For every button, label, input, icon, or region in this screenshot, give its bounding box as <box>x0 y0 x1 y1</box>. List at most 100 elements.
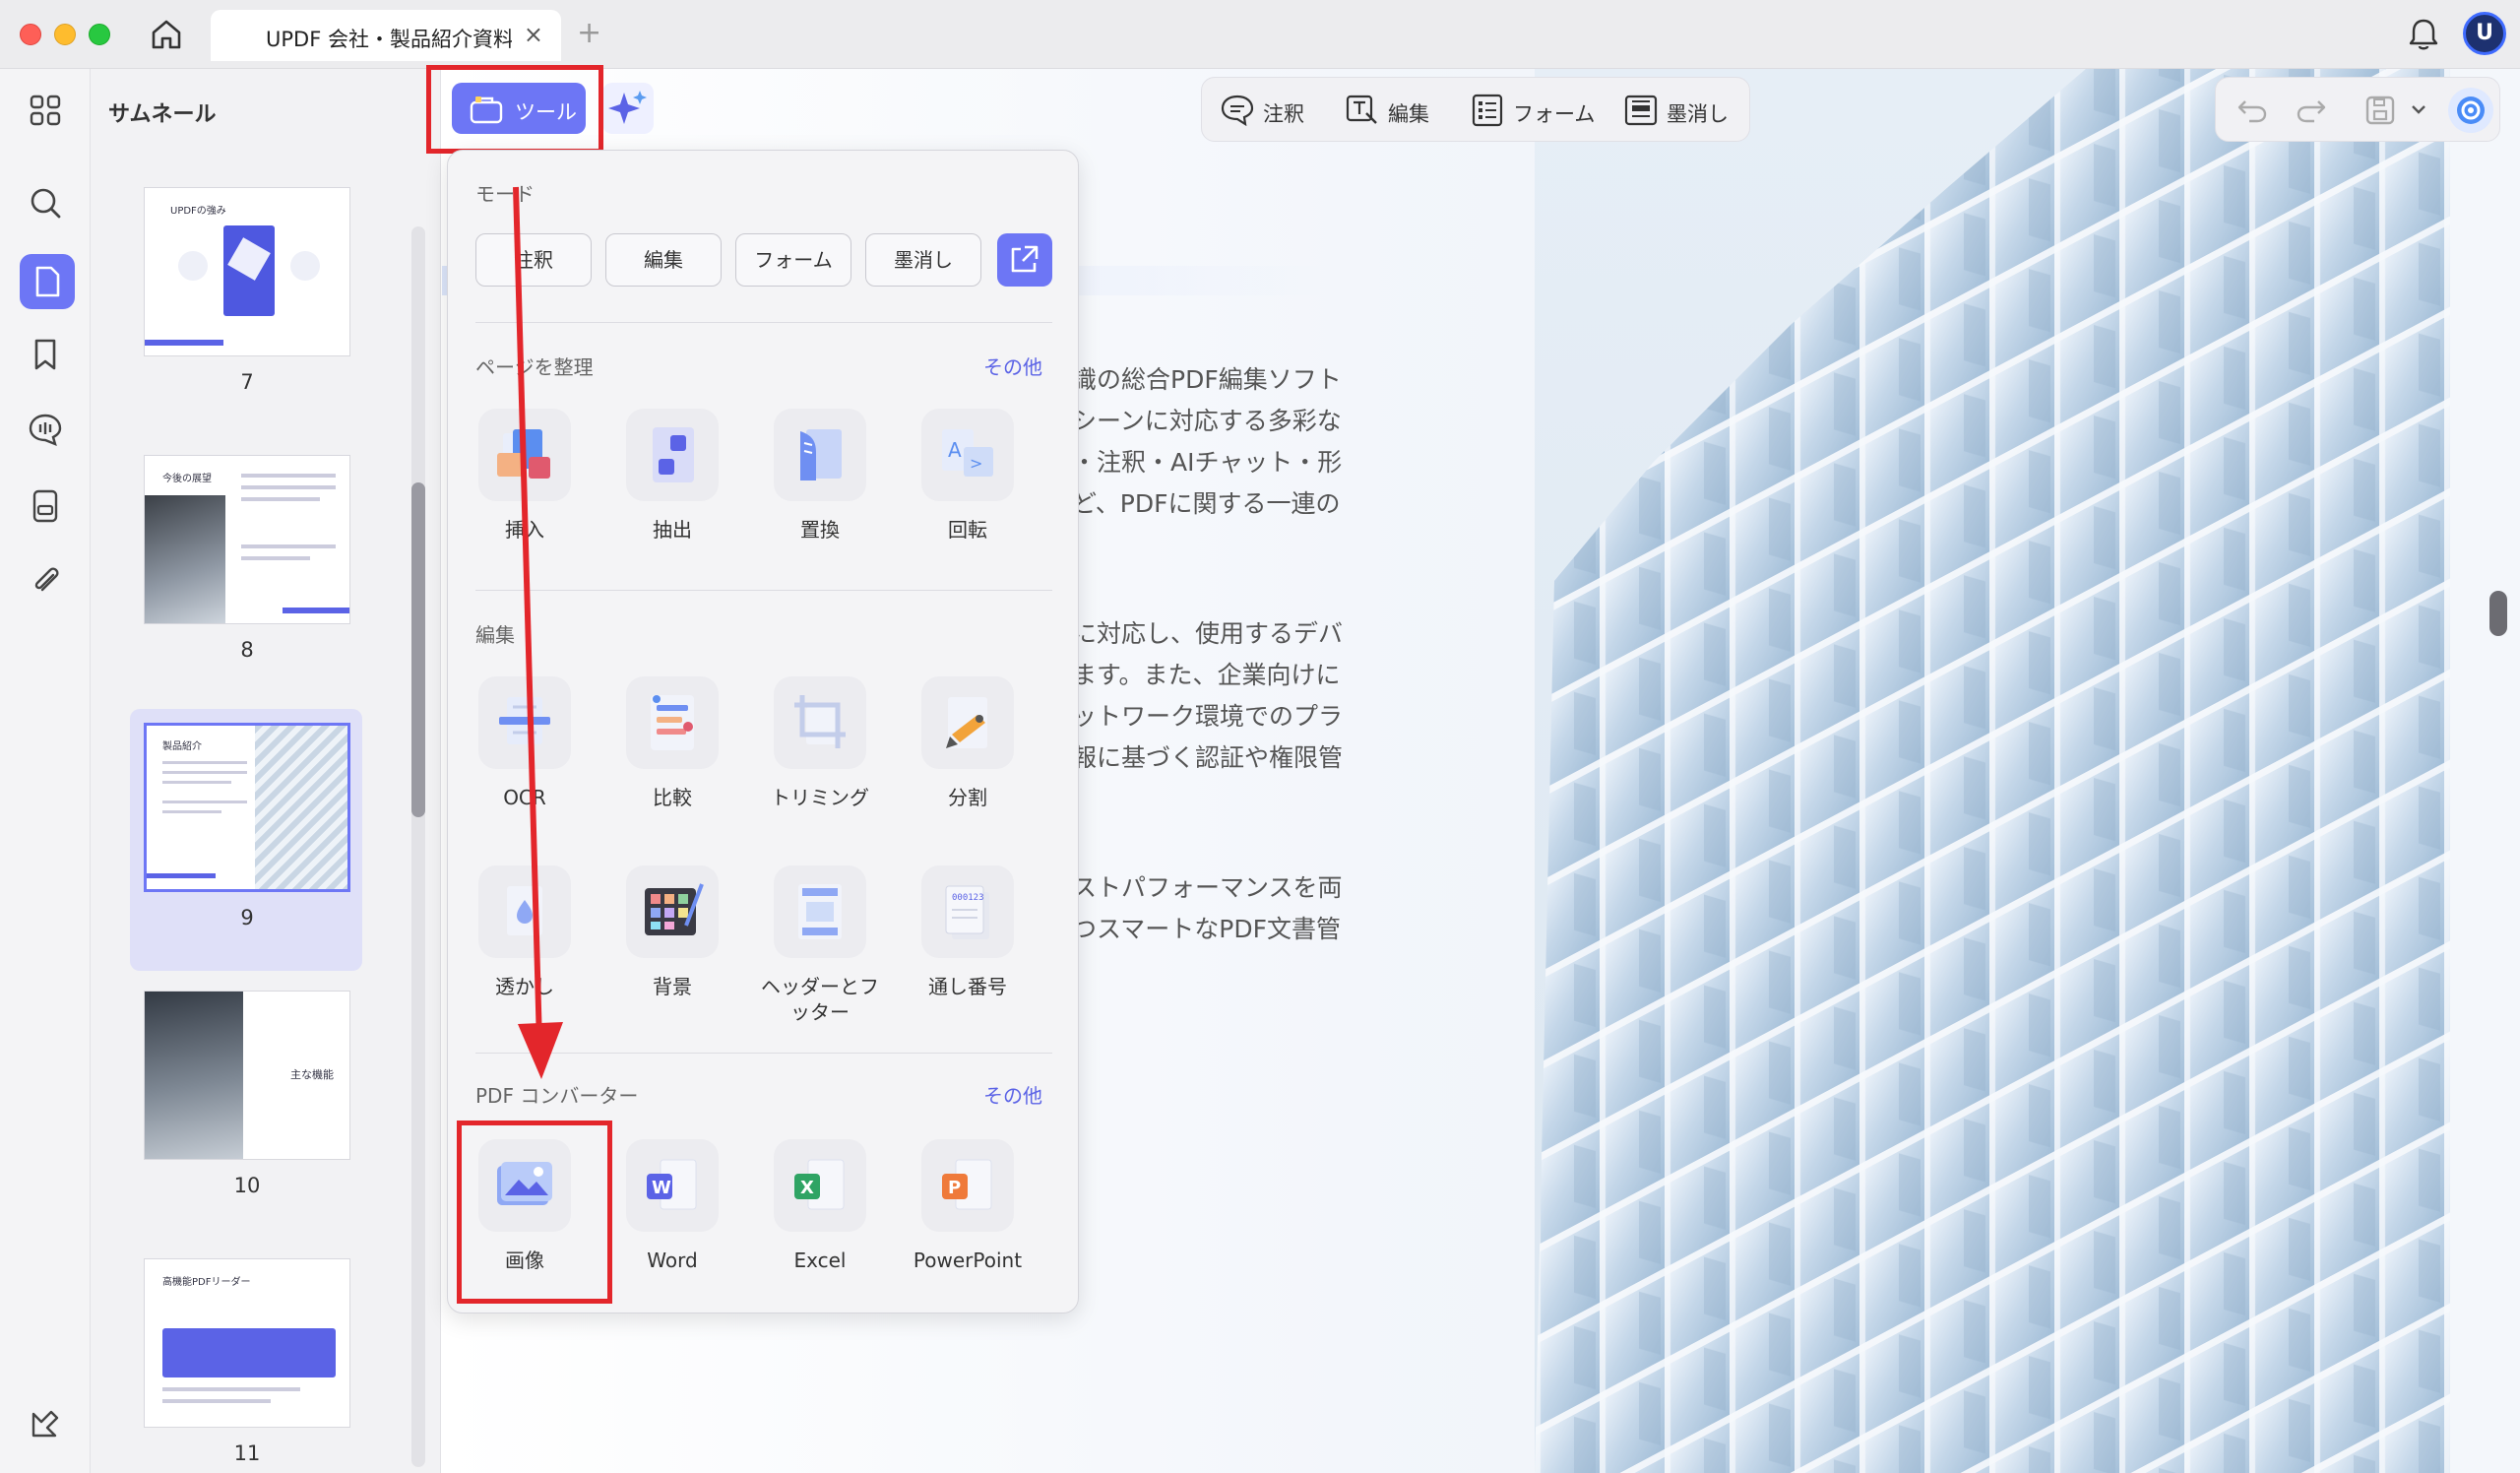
mode-label: 墨消し <box>1667 102 1729 126</box>
thumbnail-page-10[interactable]: 主な機能 <box>144 991 350 1160</box>
thumbnail-heading: 製品紹介 <box>162 741 202 752</box>
undo-icon[interactable] <box>2236 94 2269 127</box>
body-text-line: に対応し、使用するデバ <box>1072 619 1344 648</box>
body-text-line: ットワーク環境でのプラ <box>1072 702 1344 731</box>
extract-icon <box>626 409 719 501</box>
comment-icon <box>1221 95 1254 127</box>
bates-number-icon: 000123 <box>921 865 1014 958</box>
tool-rotate[interactable]: A > 回転 <box>909 409 1027 576</box>
converter-section-title: PDF コンバーター <box>475 1084 639 1108</box>
section-divider <box>475 322 1052 323</box>
ai-assistant-icon[interactable] <box>2448 88 2493 133</box>
compare-icon <box>626 676 719 769</box>
tool-label: ヘッダーとフッター <box>761 975 879 1024</box>
tab-close-icon[interactable]: × <box>524 21 543 48</box>
thumbnail-scrollbar[interactable] <box>411 482 425 817</box>
tool-label: 背景 <box>653 975 692 998</box>
svg-text:W: W <box>652 1178 671 1198</box>
close-window-button[interactable] <box>20 24 41 45</box>
organize-section-title: ページを整理 <box>475 355 594 379</box>
thumbnail-scroll-track[interactable] <box>411 226 425 1467</box>
thumbnail-page-9[interactable]: 製品紹介 <box>144 723 350 892</box>
svg-text:A: A <box>948 438 962 462</box>
tool-ocr[interactable]: OCR <box>466 676 584 844</box>
open-external-button[interactable] <box>997 233 1052 287</box>
save-icon[interactable] <box>2363 94 2397 127</box>
tools-highlight-box <box>426 65 603 154</box>
page-info-icon[interactable] <box>26 486 65 526</box>
save-options-chevron-down-icon[interactable] <box>2409 99 2428 119</box>
new-tab-icon[interactable]: + <box>577 16 601 50</box>
crop-icon <box>774 676 866 769</box>
mode-comment-button[interactable]: 注釈 <box>1220 94 1318 127</box>
mode-edit-button[interactable]: 編集 <box>1345 94 1443 127</box>
popup-mode-edit-button[interactable]: 編集 <box>605 233 722 287</box>
document-tab[interactable]: UPDF 会社・製品紹介資料 × <box>211 10 561 61</box>
mode-form-button[interactable]: フォーム <box>1470 94 1598 127</box>
popup-mode-form-button[interactable]: フォーム <box>735 233 851 287</box>
comments-icon[interactable] <box>26 410 65 449</box>
document-scrollbar[interactable] <box>2489 591 2507 636</box>
attachment-icon[interactable] <box>26 561 65 601</box>
notification-bell-icon[interactable] <box>2406 16 2441 53</box>
thumbnail-page-number: 11 <box>233 1441 261 1465</box>
form-icon <box>1472 94 1503 127</box>
thumbnail-page-number: 7 <box>240 370 254 394</box>
tool-label: 回転 <box>948 518 987 542</box>
tool-split[interactable]: 分割 <box>909 676 1027 844</box>
body-text-line: ど、PDFに関する一連の <box>1072 489 1341 518</box>
thumbnail-heading: 今後の展望 <box>162 474 212 484</box>
tool-label: 挿入 <box>505 518 544 542</box>
theme-icon[interactable] <box>26 1404 65 1443</box>
tool-label: 透かし <box>495 975 554 998</box>
insert-icon <box>478 409 571 501</box>
tool-bates-number[interactable]: 000123 通し番号 <box>909 865 1027 1033</box>
sparkle-icon <box>608 91 647 124</box>
minimize-window-button[interactable] <box>54 24 76 45</box>
mode-label: フォーム <box>1513 102 1596 126</box>
word-icon: W <box>626 1139 719 1232</box>
svg-text:000123: 000123 <box>952 893 984 903</box>
svg-text:P: P <box>948 1178 961 1198</box>
tool-convert-powerpoint[interactable]: P PowerPoint <box>909 1139 1027 1307</box>
converter-more-link[interactable]: その他 <box>983 1080 1042 1109</box>
tab-title: UPDF 会社・製品紹介資料 <box>266 28 512 51</box>
window-titlebar: UPDF 会社・製品紹介資料 × + U <box>0 0 2520 69</box>
thumbnail-page-8[interactable]: 今後の展望 <box>144 455 350 624</box>
external-link-icon <box>1011 245 1039 273</box>
thumbnail-page-number: 8 <box>240 638 254 662</box>
zoom-window-button[interactable] <box>89 24 110 45</box>
mode-redact-button[interactable]: 墨消し <box>1623 94 1741 127</box>
organize-more-link[interactable]: その他 <box>983 352 1042 380</box>
ai-sparkle-button[interactable] <box>602 83 654 134</box>
user-avatar[interactable]: U <box>2463 12 2506 55</box>
tool-crop[interactable]: トリミング <box>761 676 879 844</box>
building-photo <box>1535 69 2450 1473</box>
tool-replace[interactable]: 置換 <box>761 409 879 576</box>
thumbnail-page-11[interactable]: 高機能PDFリーダー <box>144 1258 350 1428</box>
bookmark-icon[interactable] <box>26 335 65 374</box>
home-icon[interactable] <box>148 16 185 53</box>
body-text-line: 識の総合PDF編集ソフト <box>1072 365 1342 394</box>
popup-mode-comment-button[interactable]: 注釈 <box>475 233 592 287</box>
mode-label: 注釈 <box>1263 102 1304 126</box>
apps-grid-icon[interactable] <box>26 91 65 130</box>
mode-toolbar: 注釈 編集 フォーム 墨消し <box>1201 77 1750 142</box>
tool-label: 置換 <box>800 518 840 542</box>
tool-insert[interactable]: 挿入 <box>466 409 584 576</box>
tool-watermark[interactable]: 透かし <box>466 865 584 1033</box>
tool-compare[interactable]: 比較 <box>613 676 731 844</box>
popup-mode-redact-button[interactable]: 墨消し <box>865 233 981 287</box>
tool-header-footer[interactable]: ヘッダーとフッター <box>761 865 879 1033</box>
tool-background[interactable]: 背景 <box>613 865 731 1033</box>
body-text-line: つスマートなPDF文書管 <box>1072 915 1341 943</box>
image-highlight-box <box>457 1121 612 1304</box>
search-icon[interactable] <box>26 183 65 223</box>
thumbnail-page-7[interactable]: UPDFの強み <box>144 187 350 356</box>
tool-extract[interactable]: 抽出 <box>613 409 731 576</box>
redo-icon[interactable] <box>2295 94 2328 127</box>
thumbnail-view-button[interactable] <box>20 254 75 309</box>
tool-label: OCR <box>503 786 546 809</box>
tool-convert-word[interactable]: W Word <box>613 1139 731 1307</box>
tool-convert-excel[interactable]: X Excel <box>761 1139 879 1307</box>
